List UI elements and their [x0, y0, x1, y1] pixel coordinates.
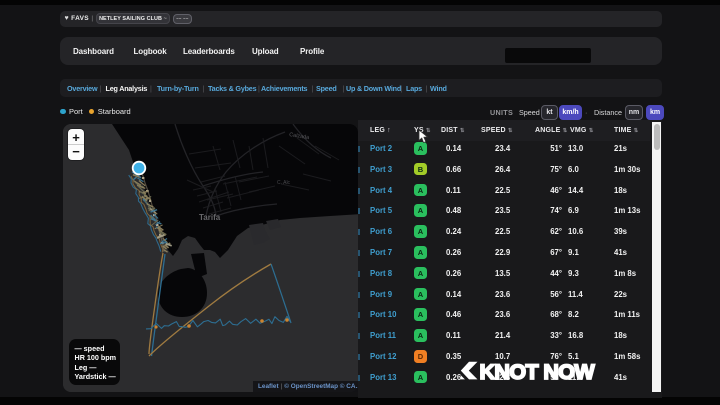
- svg-text:C. Alc: C. Alc: [277, 180, 291, 186]
- svg-text:KNOT NOW: KNOT NOW: [480, 360, 596, 384]
- svg-text:Tarifa: Tarifa: [199, 213, 221, 222]
